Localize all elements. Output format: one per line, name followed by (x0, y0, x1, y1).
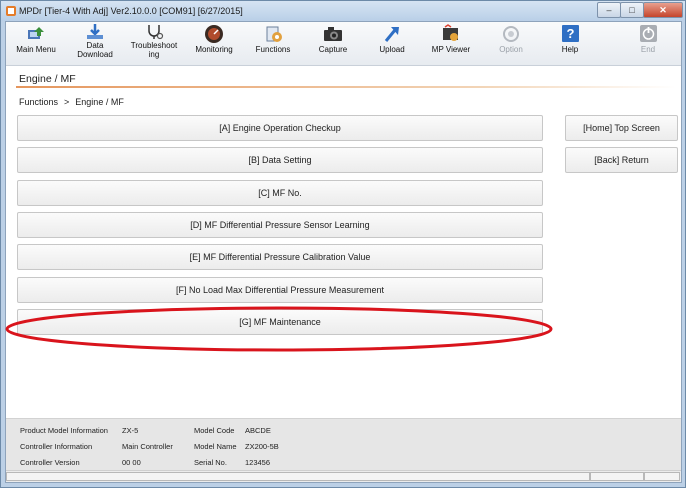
application-window: MPDr [Tier-4 With Adj] Ver2.10.0.0 [COM9… (0, 0, 686, 488)
no-load-max-diff-pressure-button[interactable]: [F] No Load Max Differential Pressure Me… (17, 277, 543, 303)
model-name-label: Model Name (194, 442, 237, 451)
engine-operation-checkup-button[interactable]: [A] Engine Operation Checkup (17, 115, 543, 141)
gauge-icon (205, 25, 223, 43)
toolbar-troubleshooting[interactable]: Troubleshoot ing (124, 24, 184, 64)
status-segment (590, 472, 644, 481)
toolbar-label: Help (561, 45, 579, 54)
toolbar-label: MP Viewer (431, 45, 471, 54)
toolbar: Main Menu Data Download Troubleshoot ing (6, 22, 681, 66)
power-icon (640, 25, 657, 42)
client-area: Main Menu Data Download Troubleshoot ing (5, 21, 682, 483)
option-icon (503, 26, 519, 42)
toolbar-label: Capture (318, 45, 348, 54)
app-icon (6, 6, 16, 16)
mf-no-button[interactable]: [C] MF No. (17, 180, 543, 206)
breadcrumb-current: Engine / MF (75, 97, 124, 107)
product-model-value: ZX-5 (122, 426, 139, 435)
toolbar-label: Upload (379, 45, 405, 54)
main-menu-icon (28, 27, 44, 39)
toolbar-label: Troubleshoot ing (130, 41, 178, 59)
functions-icon (266, 26, 282, 42)
maximize-button[interactable]: □ (620, 2, 644, 18)
toolbar-end[interactable]: End (618, 24, 678, 64)
toolbar-label: End (640, 45, 656, 54)
mf-maintenance-button[interactable]: [G] MF Maintenance (17, 309, 543, 335)
controller-info-panel: Product Model Information ZX-5 Controlle… (6, 418, 681, 470)
svg-text:?: ? (567, 26, 575, 41)
toolbar-label: Data Download (77, 41, 113, 59)
controller-info-label: Controller Information (20, 442, 93, 451)
window-controls: – □ ✕ (597, 2, 683, 18)
breadcrumb-root[interactable]: Functions (19, 97, 58, 107)
window-title: MPDr [Tier-4 With Adj] Ver2.10.0.0 [COM9… (19, 6, 243, 16)
toolbar-label: Functions (255, 45, 291, 54)
minimize-button[interactable]: – (597, 2, 621, 18)
mf-diff-pressure-calibration-button[interactable]: [E] MF Differential Pressure Calibration… (17, 244, 543, 270)
toolbar-label: Option (499, 45, 523, 54)
breadcrumb: Functions > Engine / MF (19, 97, 124, 107)
toolbar-label: Monitoring (195, 45, 233, 54)
title-bar[interactable]: MPDr [Tier-4 With Adj] Ver2.10.0.0 [COM9… (1, 1, 685, 21)
upload-icon (384, 27, 399, 42)
home-top-screen-button[interactable]: [Home] Top Screen (565, 115, 678, 141)
product-model-label: Product Model Information (20, 426, 108, 435)
camera-icon (324, 27, 342, 41)
status-bar (6, 470, 681, 482)
help-icon: ? (562, 25, 579, 42)
back-return-button[interactable]: [Back] Return (565, 147, 678, 173)
stethoscope-icon (148, 25, 164, 40)
status-segment (6, 472, 590, 481)
download-icon (87, 24, 103, 39)
toolbar-option[interactable]: Option (481, 24, 541, 64)
close-button[interactable]: ✕ (643, 2, 683, 18)
controller-version-label: Controller Version (20, 458, 80, 467)
title-underline (16, 86, 676, 88)
status-segment (644, 472, 680, 481)
model-name-value: ZX200-5B (245, 442, 279, 451)
toolbar-data-download[interactable]: Data Download (65, 24, 125, 64)
breadcrumb-separator: > (64, 97, 70, 107)
model-code-value: ABCDE (245, 426, 271, 435)
model-code-label: Model Code (194, 426, 235, 435)
serial-no-label: Serial No. (194, 458, 227, 467)
toolbar-monitoring[interactable]: Monitoring (184, 24, 244, 64)
viewer-icon (443, 24, 458, 41)
toolbar-label: Main Menu (16, 45, 56, 54)
toolbar-upload[interactable]: Upload (362, 24, 422, 64)
controller-version-value: 00 00 (122, 458, 141, 467)
toolbar-help[interactable]: ? Help (540, 24, 600, 64)
controller-info-value: Main Controller (122, 442, 173, 451)
toolbar-mp-viewer[interactable]: MP Viewer (421, 24, 481, 64)
data-setting-button[interactable]: [B] Data Setting (17, 147, 543, 173)
page-title: Engine / MF (19, 73, 76, 85)
toolbar-functions[interactable]: Functions (243, 24, 303, 64)
toolbar-main-menu[interactable]: Main Menu (6, 24, 66, 64)
serial-no-value: 123456 (245, 458, 271, 467)
toolbar-capture[interactable]: Capture (303, 24, 363, 64)
mf-diff-pressure-sensor-learning-button[interactable]: [D] MF Differential Pressure Sensor Lear… (17, 212, 543, 238)
